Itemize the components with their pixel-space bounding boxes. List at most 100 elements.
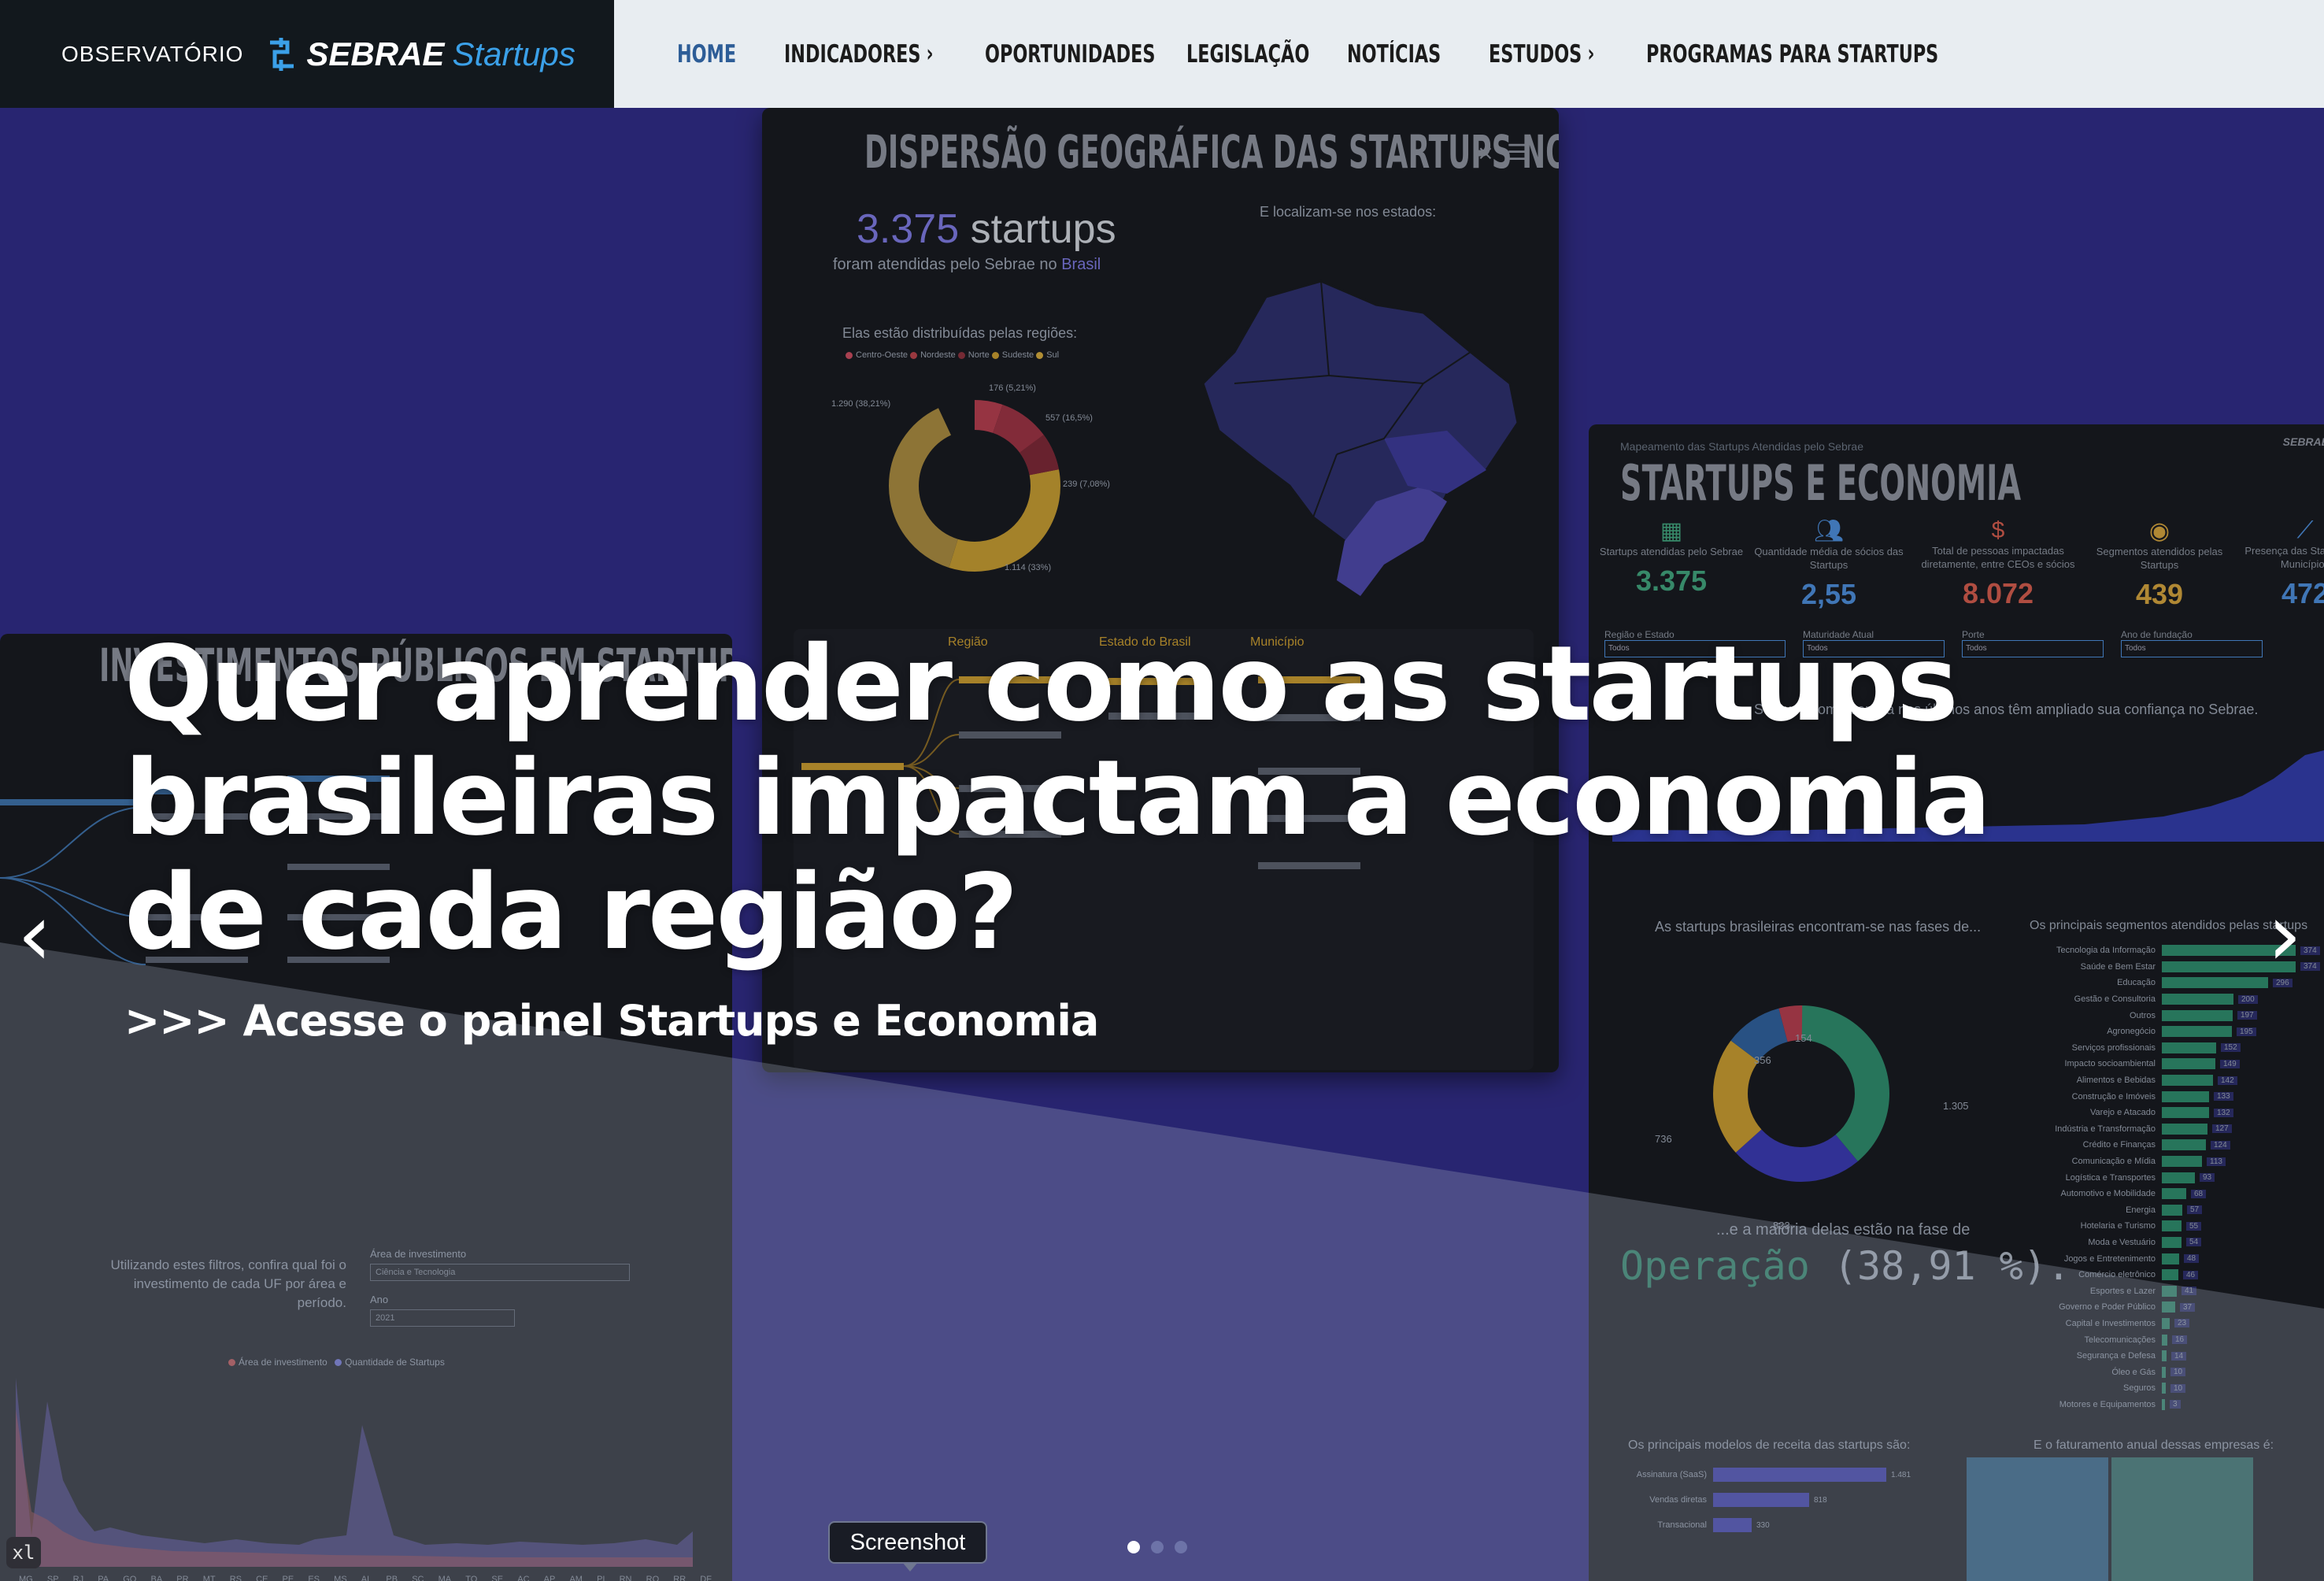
startups-caption: foram atendidas pelo Sebrae no Brasil xyxy=(833,256,1101,274)
carousel-indicators xyxy=(1127,1541,1187,1553)
carousel-next-arrow-icon[interactable]: › xyxy=(2261,891,2308,978)
segment-label: Governo e Poder Público xyxy=(2059,1302,2156,1313)
axis-tick-label: PA xyxy=(98,1575,109,1581)
segment-bar xyxy=(2162,977,2268,989)
segment-bar xyxy=(2162,1139,2206,1151)
carousel-dot[interactable] xyxy=(1127,1541,1140,1553)
brand-logo[interactable]: OBSERVATÓRIO SEBRAE Startups xyxy=(0,0,614,108)
segment-label: Logística e Transportes xyxy=(2065,1172,2156,1183)
revenue-label: Vendas diretas xyxy=(1649,1495,1707,1505)
trend-icon: ⟋ xyxy=(2296,517,2314,543)
axis-tick-label: AL xyxy=(361,1575,372,1581)
segment-bar xyxy=(2162,1026,2232,1038)
segment-bar xyxy=(2162,1220,2182,1232)
segments-bar-chart: Tecnologia da Informação 374 Saúde e Bem E… xyxy=(1998,942,2324,1413)
phase-number-validacao: 736 xyxy=(1655,1133,1672,1145)
segment-value: 57 xyxy=(2187,1205,2203,1215)
nav-indicadores-label: INDICADORES xyxy=(784,39,921,68)
segment-bar-row: Segurança e Defesa 14 xyxy=(1998,1348,2324,1364)
segment-bar xyxy=(2162,1042,2216,1053)
segment-label: Educação xyxy=(2117,978,2156,988)
segment-label: Jogos e Entretenimento xyxy=(2063,1253,2156,1264)
filter-clear-icon[interactable]: ⨯ xyxy=(1477,141,1494,165)
legend-centro-oeste: Centro-Oeste xyxy=(856,350,909,360)
ano-value: 2021 xyxy=(376,1313,395,1323)
carousel-dot[interactable] xyxy=(1175,1541,1187,1553)
nav-programas-para-startups[interactable]: PROGRAMAS PARA STARTUPS xyxy=(1646,40,1938,68)
area-investimento-select[interactable]: Ciência e Tecnologia xyxy=(370,1264,630,1281)
segment-bar-row: Jogos e Entretenimento 48 xyxy=(1998,1250,2324,1267)
kpi-socios: 👥︎ Quantidade média de sócios das Startu… xyxy=(1754,517,1904,611)
segment-label: Esportes e Lazer xyxy=(2089,1286,2156,1296)
nav-noticias[interactable]: NOTÍCIAS xyxy=(1347,40,1455,68)
segment-label: Moda e Vestuário xyxy=(2088,1237,2156,1247)
caption-accent: Brasil xyxy=(1061,256,1101,273)
kpi-startups-atendidas: ▦ Startups atendidas pelo Sebrae 3.375 xyxy=(1597,517,1746,598)
segment-value: 14 xyxy=(2171,1351,2187,1361)
segment-value: 127 xyxy=(2212,1124,2232,1134)
phases-donut-chart xyxy=(1713,1005,1889,1182)
segment-bar-row: Seguros 10 xyxy=(1998,1380,2324,1397)
building-icon: ▦ xyxy=(1660,518,1683,544)
segment-value: 124 xyxy=(2211,1140,2230,1150)
donut-label-sul: 1.114 (33%) xyxy=(1005,563,1052,572)
segment-bar-row: Agronegócio 195 xyxy=(1998,1024,2324,1040)
segment-label: Energia xyxy=(2126,1205,2156,1215)
segment-label: Hotelaria e Turismo xyxy=(2080,1221,2156,1231)
dashboard-startups-economia-panel: Mapeamento das Startups Atendidas pelo S… xyxy=(1589,424,2324,1581)
segment-bar xyxy=(2162,1204,2182,1216)
segment-label: Alimentos e Bebidas xyxy=(2076,1076,2156,1086)
segment-value: 152 xyxy=(2221,1043,2241,1053)
nav-noticias-label: NOTÍCIAS xyxy=(1347,39,1441,68)
filter-settings-icon[interactable]: ☰ xyxy=(1507,139,1527,165)
nav-oportunidades[interactable]: OPORTUNIDADES xyxy=(985,40,1155,68)
hero-cta-link[interactable]: >>> Acesse o painel Startups e Economia xyxy=(124,996,1099,1046)
legend-dot xyxy=(910,351,918,359)
donut-label-sudeste: 1.290 (38,21%) xyxy=(831,399,891,409)
majority-caption: ...e a maioria delas estão na fase de xyxy=(1716,1221,1971,1239)
kpi-value: 2,55 xyxy=(1800,578,1857,610)
segment-bar-row: Motores e Equipamentos 3 xyxy=(1998,1397,2324,1413)
hero-carousel[interactable]: INVESTIMENTOS PÚBLICOS EM STARTUPS Utili… xyxy=(0,108,2324,1581)
dollar-icon: $ xyxy=(1991,517,2005,543)
segment-bar xyxy=(2162,994,2233,1005)
location-pin-icon: ◉ xyxy=(2148,518,2170,544)
axis-tick-label: PE xyxy=(282,1575,294,1581)
ano-select[interactable]: 2021 xyxy=(370,1309,515,1327)
segment-bar xyxy=(2162,1269,2178,1281)
segment-bar-row: Outros 197 xyxy=(1998,1007,2324,1024)
filter-ano-fundacao[interactable]: Ano de fundação Todos xyxy=(2121,629,2263,657)
segment-bar xyxy=(2162,1009,2233,1021)
startups-count: 3.375 startups xyxy=(857,205,1116,253)
segment-bar-row: Serviços profissionais 152 xyxy=(1998,1040,2324,1057)
faturamento-block-b xyxy=(2111,1457,2253,1581)
axis-tick-label: SE xyxy=(491,1575,504,1581)
phase-number-escala: 356 xyxy=(1754,1054,1771,1066)
legend-sul: Sul xyxy=(1046,350,1060,360)
axis-tick-label: CE xyxy=(256,1575,268,1581)
segment-value: 195 xyxy=(2237,1027,2256,1036)
donut-label-centro-oeste: 239 (7,08%) xyxy=(1063,479,1110,489)
segment-label: Varejo e Atacado xyxy=(2090,1108,2156,1118)
legend-dot xyxy=(991,351,999,359)
legend-dot xyxy=(957,351,965,359)
nav-legislacao-label: LEGISLAÇÃO xyxy=(1186,39,1310,68)
segment-value: 200 xyxy=(2238,994,2258,1004)
axis-tick-label: MT xyxy=(202,1575,216,1581)
filter-value: Todos xyxy=(2121,640,2263,657)
ano-label: Ano xyxy=(370,1294,389,1305)
kpi-segmentos: ◉ Segmentos atendidos pelas Startups 439 xyxy=(2093,517,2226,611)
nav-legislacao[interactable]: LEGISLAÇÃO xyxy=(1186,39,1310,68)
nav-oportunidades-label: OPORTUNIDADES xyxy=(985,39,1156,68)
nav-home[interactable]: HOME xyxy=(677,40,762,68)
segment-bar-row: Comércio eletrônico 46 xyxy=(1998,1267,2324,1283)
segment-label: Crédito e Finanças xyxy=(2082,1140,2156,1150)
segment-bar xyxy=(2162,1366,2166,1378)
regions-legend: Centro-Oeste Nordeste Norte Sudeste Sul xyxy=(846,350,1059,360)
carousel-dot[interactable] xyxy=(1151,1541,1164,1553)
nav-estudos[interactable]: ESTUDOS › xyxy=(1489,40,1608,68)
revenue-bar-row: Transacional 330 xyxy=(1612,1513,1943,1538)
revenue-label: Assinatura (SaaS) xyxy=(1636,1470,1707,1479)
nav-indicadores[interactable]: INDICADORES › xyxy=(784,40,934,68)
carousel-prev-arrow-icon[interactable]: ‹ xyxy=(11,891,58,978)
